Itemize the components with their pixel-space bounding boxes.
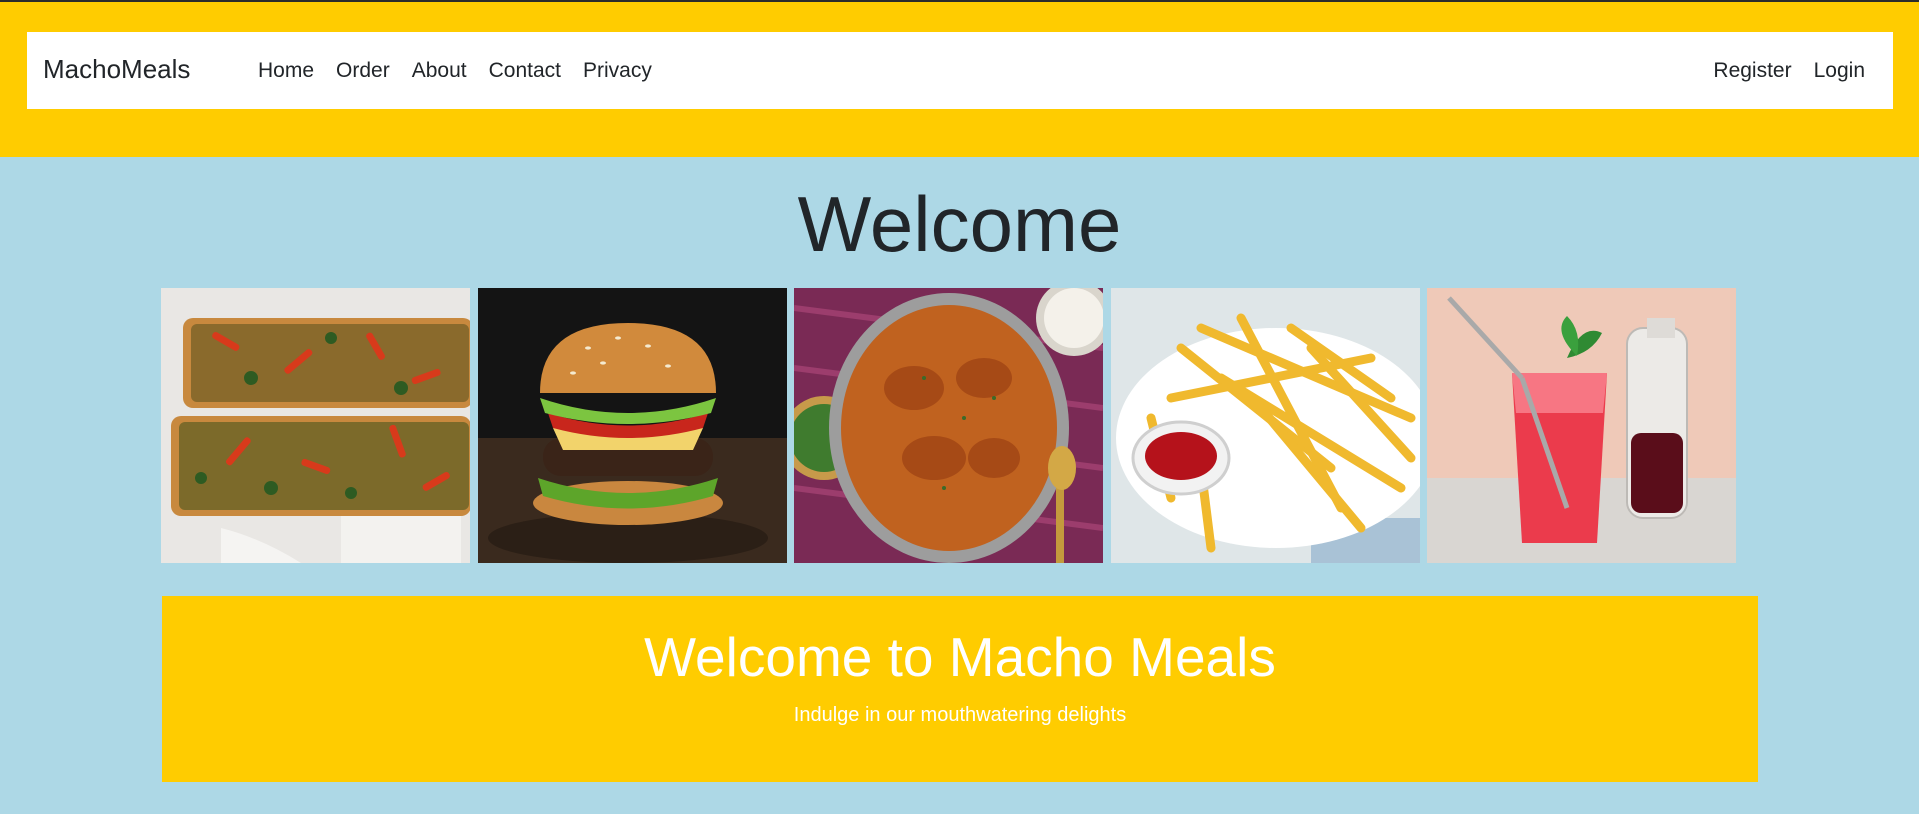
nav-link-about[interactable]: About bbox=[401, 58, 478, 83]
promo-subtitle: Indulge in our mouthwatering delights bbox=[793, 704, 1127, 726]
nav-link-order[interactable]: Order bbox=[325, 58, 401, 83]
curry-illustration bbox=[794, 288, 1103, 563]
curry-image bbox=[794, 288, 1103, 563]
nav-link-register[interactable]: Register bbox=[1702, 58, 1802, 83]
promo-banner: Welcome to Macho Meals Indulge in our mo… bbox=[162, 596, 1758, 782]
promo-title: Welcome to Macho Meals bbox=[644, 626, 1276, 688]
nav-link-privacy[interactable]: Privacy bbox=[572, 58, 663, 83]
nav-link-home[interactable]: Home bbox=[247, 58, 325, 83]
fries-image bbox=[1111, 288, 1420, 563]
nav-right: Register Login bbox=[1702, 58, 1893, 83]
drink-image bbox=[1427, 288, 1736, 563]
drink-illustration bbox=[1427, 288, 1736, 563]
burger-illustration bbox=[478, 288, 787, 563]
bottom-strip bbox=[0, 814, 1919, 818]
pizza-image bbox=[161, 288, 470, 563]
nav-link-login[interactable]: Login bbox=[1803, 58, 1893, 83]
nav-left: Home Order About Contact Privacy bbox=[247, 58, 663, 83]
fries-illustration bbox=[1111, 288, 1420, 563]
navbar: MachoMeals Home Order About Contact Priv… bbox=[27, 32, 1893, 109]
header-band: MachoMeals Home Order About Contact Priv… bbox=[0, 2, 1919, 157]
burger-image bbox=[478, 288, 787, 563]
welcome-heading: Welcome bbox=[797, 180, 1122, 268]
pizza-illustration bbox=[161, 288, 470, 563]
food-gallery bbox=[161, 288, 1736, 563]
brand-link[interactable]: MachoMeals bbox=[43, 54, 190, 85]
nav-link-contact[interactable]: Contact bbox=[478, 58, 572, 83]
